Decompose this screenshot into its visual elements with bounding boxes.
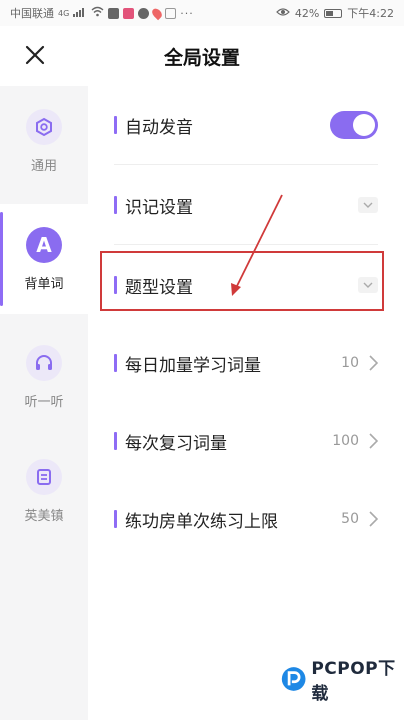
row-right: 10 [341,355,378,371]
sidebar-item-label: 听一听 [24,394,64,410]
row-accent-bar [114,354,117,372]
status-left: 中国联通 4G ··· [10,5,194,21]
setting-value: 50 [341,511,359,527]
setting-label: 自动发音 [125,117,193,138]
pcpop-logo-icon [281,667,306,691]
chat-icon [138,7,150,19]
chevron-down-icon[interactable] [358,197,378,213]
headphones-icon [26,344,62,381]
setting-label: 识记设置 [125,197,193,218]
signal-icon [73,6,87,20]
row-accent-bar [114,276,117,294]
close-icon [25,45,45,65]
battery-percent: 42% [294,6,320,20]
setting-value: 100 [332,433,359,449]
header: 全局设置 [0,26,404,86]
row-accent-bar [114,196,117,214]
carrier-text: 中国联通 [10,7,54,20]
row-right: 100 [332,433,378,449]
setting-label: 每日加量学习词量 [125,355,261,376]
page-title: 全局设置 [163,46,240,69]
setting-label: 练功房单次练习上限 [125,511,278,532]
toggle-knob [353,114,375,136]
status-right: 42% 下午4:22 [275,5,394,21]
row-right [330,111,378,139]
close-button[interactable] [20,40,50,70]
chevron-down-icon[interactable] [358,277,378,293]
setting-label: 题型设置 [125,277,193,298]
row-accent-bar [114,116,117,134]
setting-row-daily-new-words[interactable]: 每日加量学习词量 10 [88,324,404,402]
app-notification-icon [123,7,135,19]
network-text: 4G [58,8,70,18]
setting-row-review-count[interactable]: 每次复习词量 100 [88,402,404,480]
hexagon-gear-icon [26,108,62,145]
status-bar: 中国联通 4G ··· 42% 下午4:22 [0,0,404,26]
auto-pronounce-toggle[interactable] [330,111,378,139]
chevron-right-icon [369,433,378,449]
divider [114,244,378,245]
sidebar-item-vocabulary[interactable]: A 背单词 [0,204,88,314]
watermark-logo: PCPOP下载 [280,654,404,704]
setting-row-question-type[interactable]: 题型设置 [88,246,404,324]
row-right [358,197,378,213]
sidebar-item-label: 背单词 [24,276,64,292]
row-right [358,277,378,293]
setting-row-memory[interactable]: 识记设置 [88,166,404,244]
sidebar-item-label: 通用 [30,158,57,174]
sidebar-item-general[interactable]: 通用 [0,86,88,196]
letter-a-icon: A [26,226,62,263]
more-icon: ··· [180,6,194,20]
watermark-text: PCPOP下载 [311,659,396,704]
clock-text: 下午4:22 [347,7,394,20]
row-accent-bar [114,510,117,528]
sidebar-item-label: 英美镇 [24,508,64,524]
wifi-icon [91,6,104,20]
sidebar-item-listening[interactable]: 听一听 [0,322,88,432]
hourglass-icon [108,7,120,19]
app-icon [165,7,177,19]
divider [114,164,378,165]
row-right: 50 [341,511,378,527]
letter-a-text: A [36,232,52,257]
battery-icon [324,8,343,18]
chevron-right-icon [369,355,378,371]
setting-row-practice-limit[interactable]: 练功房单次练习上限 50 [88,480,404,558]
sidebar: 通用 A 背单词 听一听 英美镇 [0,86,88,720]
sidebar-item-town[interactable]: 英美镇 [0,436,88,546]
book-icon [26,458,62,495]
settings-panel: 自动发音 识记设置 题型设置 每日加量学习词量 10 每次复习词量 100 练功… [88,86,404,720]
setting-label: 每次复习词量 [125,433,227,454]
location-icon [150,6,165,20]
row-accent-bar [114,432,117,450]
setting-value: 10 [341,355,359,371]
eye-icon [275,7,290,20]
setting-row-auto-pronounce: 自动发音 [88,86,404,164]
chevron-right-icon [369,511,378,527]
